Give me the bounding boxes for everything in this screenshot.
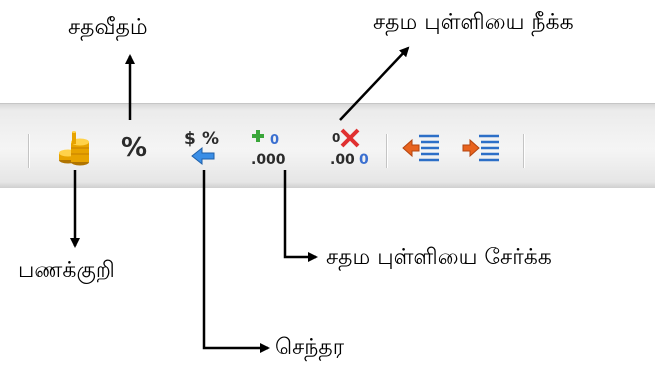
standard-callout-arrow bbox=[202, 170, 270, 353]
remove-decimal-label: சதம புள்ளியை நீக்க bbox=[373, 10, 574, 35]
standard-label: செந்தர bbox=[275, 335, 345, 360]
remove-decimal-callout-arrow bbox=[339, 46, 410, 121]
currency-label: பணக்குறி bbox=[18, 258, 115, 283]
percent-label: சதவீதம் bbox=[68, 15, 148, 40]
add-decimal-callout-arrow bbox=[283, 170, 318, 262]
callout-arrows bbox=[70, 46, 410, 353]
add-decimal-label: சதம புள்ளியை சேர்க்க bbox=[326, 245, 552, 270]
